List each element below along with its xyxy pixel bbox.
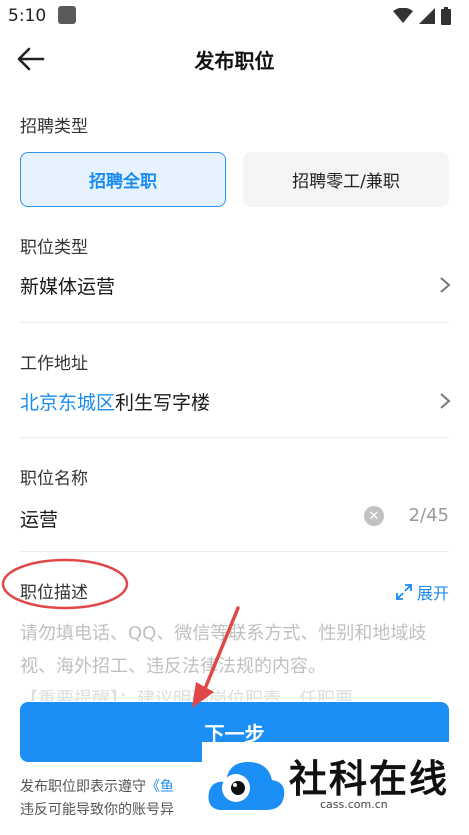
job-type-row[interactable]: 新媒体运营	[0, 262, 469, 308]
address-building: 利生写字楼	[115, 392, 211, 414]
job-type-value: 新媒体运营	[20, 276, 116, 298]
page-title: 发布职位	[194, 49, 275, 73]
expand-label: 展开	[416, 584, 449, 603]
agreement-link[interactable]: 《鱼	[146, 779, 174, 795]
divider	[20, 551, 449, 552]
address-district: 北京东城区	[20, 392, 116, 414]
agreement-text: 发布职位即表示遵守《鱼	[20, 776, 174, 796]
expand-icon	[396, 584, 412, 600]
nav-bar: 发布职位	[0, 32, 469, 86]
wifi-icon	[393, 8, 413, 23]
recruit-type-label: 招聘类型	[20, 117, 88, 137]
job-desc-input[interactable]: 请勿填电话、QQ、微信等联系方式、性别和地域歧视、海外招工、违反法律法规的内容。	[20, 617, 452, 683]
watermark: 社科在线 cass.com.cn	[202, 742, 469, 835]
divider	[20, 437, 449, 438]
work-address-row[interactable]: 北京东城区利生写字楼	[0, 378, 469, 424]
battery-icon	[441, 7, 451, 25]
chevron-right-icon	[440, 393, 451, 409]
expand-button[interactable]: 展开	[395, 580, 449, 604]
notification-app-icon	[58, 6, 76, 24]
work-address-label: 工作地址	[20, 354, 88, 374]
job-desc-label: 职位描述	[20, 583, 88, 603]
status-indicators	[393, 7, 451, 25]
warning-text: 违反可能导致你的账号异	[20, 802, 174, 818]
status-bar: 5:10	[0, 0, 469, 32]
job-name-counter: 2/45	[408, 505, 449, 526]
cloud-eye-logo-icon	[208, 762, 285, 810]
clear-input-icon[interactable]: ✕	[364, 506, 384, 526]
job-name-input[interactable]: 运营	[20, 505, 58, 532]
job-desc-hint: 【重要提醒】：建议明确岗位职责、任职要	[20, 689, 353, 701]
status-time: 5:10	[8, 6, 47, 26]
job-type-label: 职位类型	[20, 238, 88, 258]
cellular-signal-icon	[419, 8, 435, 24]
recruit-fulltime-button[interactable]: 招聘全职	[20, 152, 226, 207]
chevron-right-icon	[440, 277, 451, 293]
job-name-label: 职位名称	[20, 469, 88, 489]
agreement-prefix: 发布职位即表示遵守	[20, 779, 146, 795]
watermark-title: 社科在线	[289, 757, 450, 801]
recruit-parttime-button[interactable]: 招聘零工/兼职	[243, 152, 449, 207]
work-address-value: 北京东城区利生写字楼	[20, 388, 210, 415]
watermark-url: cass.com.cn	[320, 798, 388, 811]
divider	[20, 322, 449, 323]
